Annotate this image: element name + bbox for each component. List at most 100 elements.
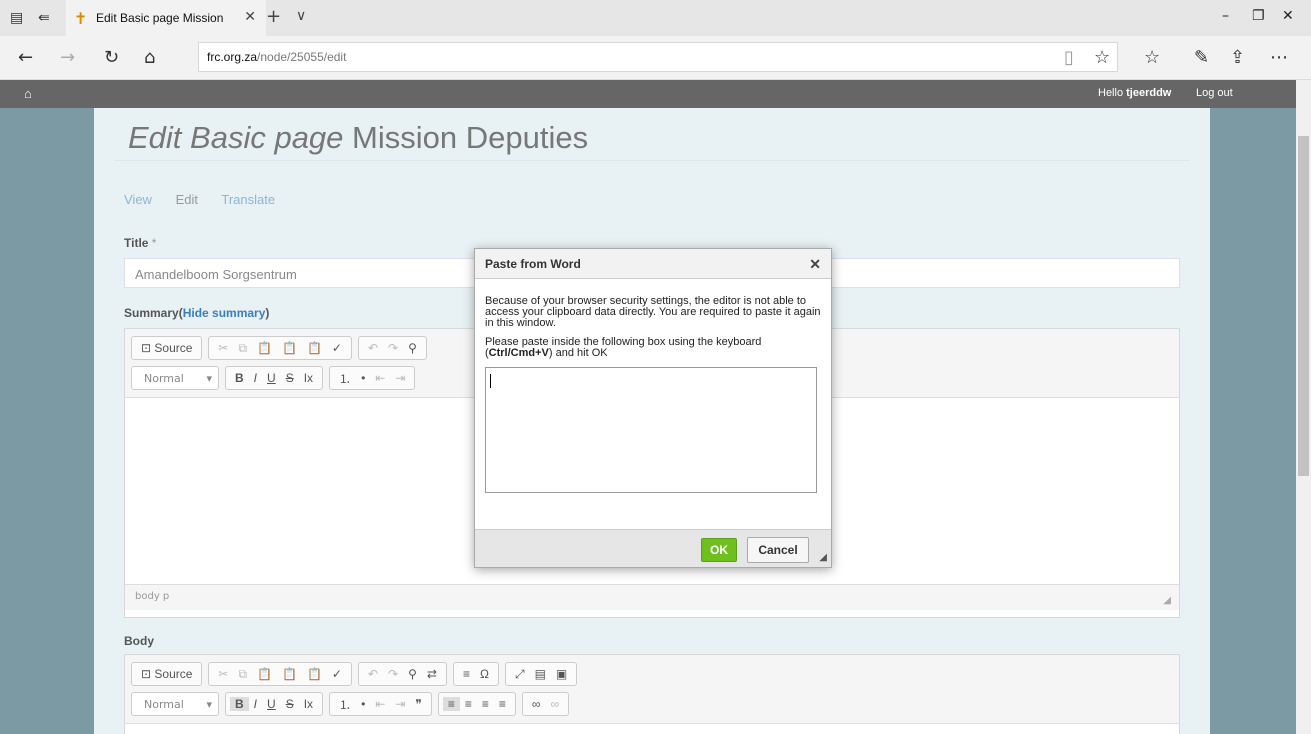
- resize-grip-icon[interactable]: ◢: [1163, 595, 1171, 606]
- bullet-list-icon[interactable]: •: [356, 697, 370, 711]
- tab-preview-icon[interactable]: ⇚: [38, 10, 50, 26]
- paste-textarea[interactable]: [485, 367, 817, 493]
- minimize-icon[interactable]: –: [1222, 8, 1229, 24]
- numbered-list-icon[interactable]: ⒈: [334, 370, 356, 387]
- copy-icon[interactable]: ⧉: [233, 341, 252, 356]
- paste-icon[interactable]: 📋: [252, 341, 277, 355]
- ok-button[interactable]: OK: [701, 538, 737, 562]
- image-icon[interactable]: ▣: [551, 667, 572, 681]
- close-icon[interactable]: ✕: [809, 256, 821, 273]
- align-left-icon[interactable]: ≡: [442, 697, 460, 711]
- source-button[interactable]: ⊡ Source: [136, 341, 197, 355]
- remove-format-icon[interactable]: Ix: [299, 697, 318, 711]
- body-editor: ⊡ Source ✂ ⧉ 📋 📋 📋 ✓ ↶ ↷ ⚲ ⇄ ≡ Ω ⤢ ▤ ▣ N…: [124, 654, 1180, 734]
- refresh-icon[interactable]: ↻: [104, 47, 119, 68]
- home-icon[interactable]: ⌂: [24, 86, 32, 101]
- show-blocks-icon[interactable]: ▤: [530, 667, 551, 681]
- spellcheck-icon[interactable]: ✓: [327, 341, 347, 355]
- source-label: Source: [154, 667, 193, 681]
- paste-word-icon[interactable]: 📋: [302, 341, 327, 355]
- paste-text-icon[interactable]: 📋: [277, 667, 302, 681]
- favorites-hub-icon[interactable]: ☆: [1144, 47, 1160, 68]
- close-window-icon[interactable]: ✕: [1282, 8, 1294, 24]
- username[interactable]: tjeerddw: [1126, 87, 1171, 99]
- numbered-list-icon[interactable]: ⒈: [334, 696, 356, 713]
- page-title-rest: Mission Deputies: [343, 120, 589, 155]
- format-select[interactable]: Normal ▾: [131, 692, 219, 716]
- paste-icon[interactable]: 📋: [252, 667, 277, 681]
- title-label-text: Title: [124, 236, 149, 250]
- cut-icon[interactable]: ✂: [213, 667, 233, 681]
- indent-icon[interactable]: ⇥: [390, 371, 410, 385]
- favorite-star-icon[interactable]: ☆: [1094, 47, 1110, 68]
- web-note-icon[interactable]: ✎: [1194, 47, 1209, 68]
- strikethrough-icon[interactable]: S: [281, 697, 299, 711]
- share-icon[interactable]: ⇪: [1230, 47, 1245, 68]
- scrollbar-thumb[interactable]: [1298, 136, 1309, 476]
- copy-icon[interactable]: ⧉: [233, 667, 252, 682]
- greeting: Hello tjeerddw: [1098, 87, 1171, 99]
- new-tab-icon[interactable]: +: [266, 6, 281, 27]
- blockquote-icon[interactable]: ❞: [410, 697, 426, 711]
- cut-icon[interactable]: ✂: [213, 341, 233, 355]
- redo-icon[interactable]: ↷: [383, 341, 403, 355]
- element-path[interactable]: body p: [135, 591, 169, 602]
- outdent-icon[interactable]: ⇤: [370, 697, 390, 711]
- dialog-footer: OK Cancel ◢: [475, 529, 831, 567]
- format-select[interactable]: Normal ▾: [131, 366, 219, 390]
- special-char-icon[interactable]: Ω: [475, 667, 494, 681]
- source-button[interactable]: ⊡ Source: [136, 667, 197, 681]
- tab-edit[interactable]: Edit: [176, 192, 198, 207]
- dialog-resize-grip-icon[interactable]: ◢: [819, 552, 827, 563]
- home-icon[interactable]: ⌂: [144, 47, 155, 68]
- find-icon[interactable]: ⚲: [403, 341, 422, 355]
- close-tab-icon[interactable]: ✕: [244, 9, 256, 25]
- italic-icon[interactable]: I: [249, 371, 262, 385]
- reading-view-icon[interactable]: ▯: [1064, 47, 1074, 68]
- redo-icon[interactable]: ↷: [383, 667, 403, 681]
- horizontal-rule-icon[interactable]: ≡: [458, 667, 475, 681]
- logout-link[interactable]: Log out: [1196, 87, 1233, 99]
- replace-icon[interactable]: ⇄: [422, 667, 442, 681]
- tabs-aside-icon[interactable]: ▤: [10, 10, 23, 26]
- unlink-icon[interactable]: ∞: [545, 697, 564, 711]
- title-label: Title *: [124, 236, 156, 250]
- link-icon[interactable]: ∞: [527, 697, 546, 711]
- maximize-icon[interactable]: ⤢: [510, 667, 530, 682]
- align-right-icon[interactable]: ≡: [477, 697, 494, 711]
- spellcheck-icon[interactable]: ✓: [327, 667, 347, 681]
- vertical-scrollbar[interactable]: [1296, 80, 1311, 734]
- underline-icon[interactable]: U: [262, 371, 281, 385]
- bold-icon[interactable]: B: [230, 697, 249, 711]
- paste-word-icon[interactable]: 📋: [302, 667, 327, 681]
- browser-tab[interactable]: ✝ Edit Basic page Mission ✕: [66, 0, 266, 36]
- strikethrough-icon[interactable]: S: [281, 371, 299, 385]
- cancel-button[interactable]: Cancel: [747, 537, 809, 563]
- tab-translate[interactable]: Translate: [221, 192, 275, 207]
- tab-view[interactable]: View: [124, 192, 152, 207]
- more-icon[interactable]: ⋯: [1270, 47, 1288, 68]
- tab-menu-chevron-icon[interactable]: ∨: [296, 8, 306, 24]
- bold-icon[interactable]: B: [230, 371, 249, 385]
- outdent-icon[interactable]: ⇤: [370, 371, 390, 385]
- keyboard-shortcut: Ctrl/Cmd+V: [488, 347, 549, 359]
- back-icon[interactable]: ←: [18, 47, 33, 68]
- remove-format-icon[interactable]: Ix: [299, 371, 318, 385]
- indent-icon[interactable]: ⇥: [390, 697, 410, 711]
- address-bar[interactable]: frc.org.za/node/25055/edit: [198, 42, 1118, 72]
- find-icon[interactable]: ⚲: [403, 667, 422, 681]
- underline-icon[interactable]: U: [262, 697, 281, 711]
- italic-icon[interactable]: I: [249, 697, 262, 711]
- forward-icon[interactable]: →: [60, 47, 75, 68]
- undo-icon[interactable]: ↶: [363, 667, 383, 681]
- align-center-icon[interactable]: ≡: [460, 697, 477, 711]
- restore-icon[interactable]: ❐: [1252, 8, 1265, 24]
- hide-summary-link[interactable]: Hide summary: [183, 306, 266, 320]
- paste-text-icon[interactable]: 📋: [277, 341, 302, 355]
- bullet-list-icon[interactable]: •: [356, 371, 370, 385]
- align-justify-icon[interactable]: ≡: [494, 697, 511, 711]
- dialog-header[interactable]: Paste from Word ✕: [475, 249, 831, 279]
- undo-icon[interactable]: ↶: [363, 341, 383, 355]
- greeting-prefix: Hello: [1098, 87, 1127, 99]
- page-title: Edit Basic page Mission Deputies: [128, 120, 588, 156]
